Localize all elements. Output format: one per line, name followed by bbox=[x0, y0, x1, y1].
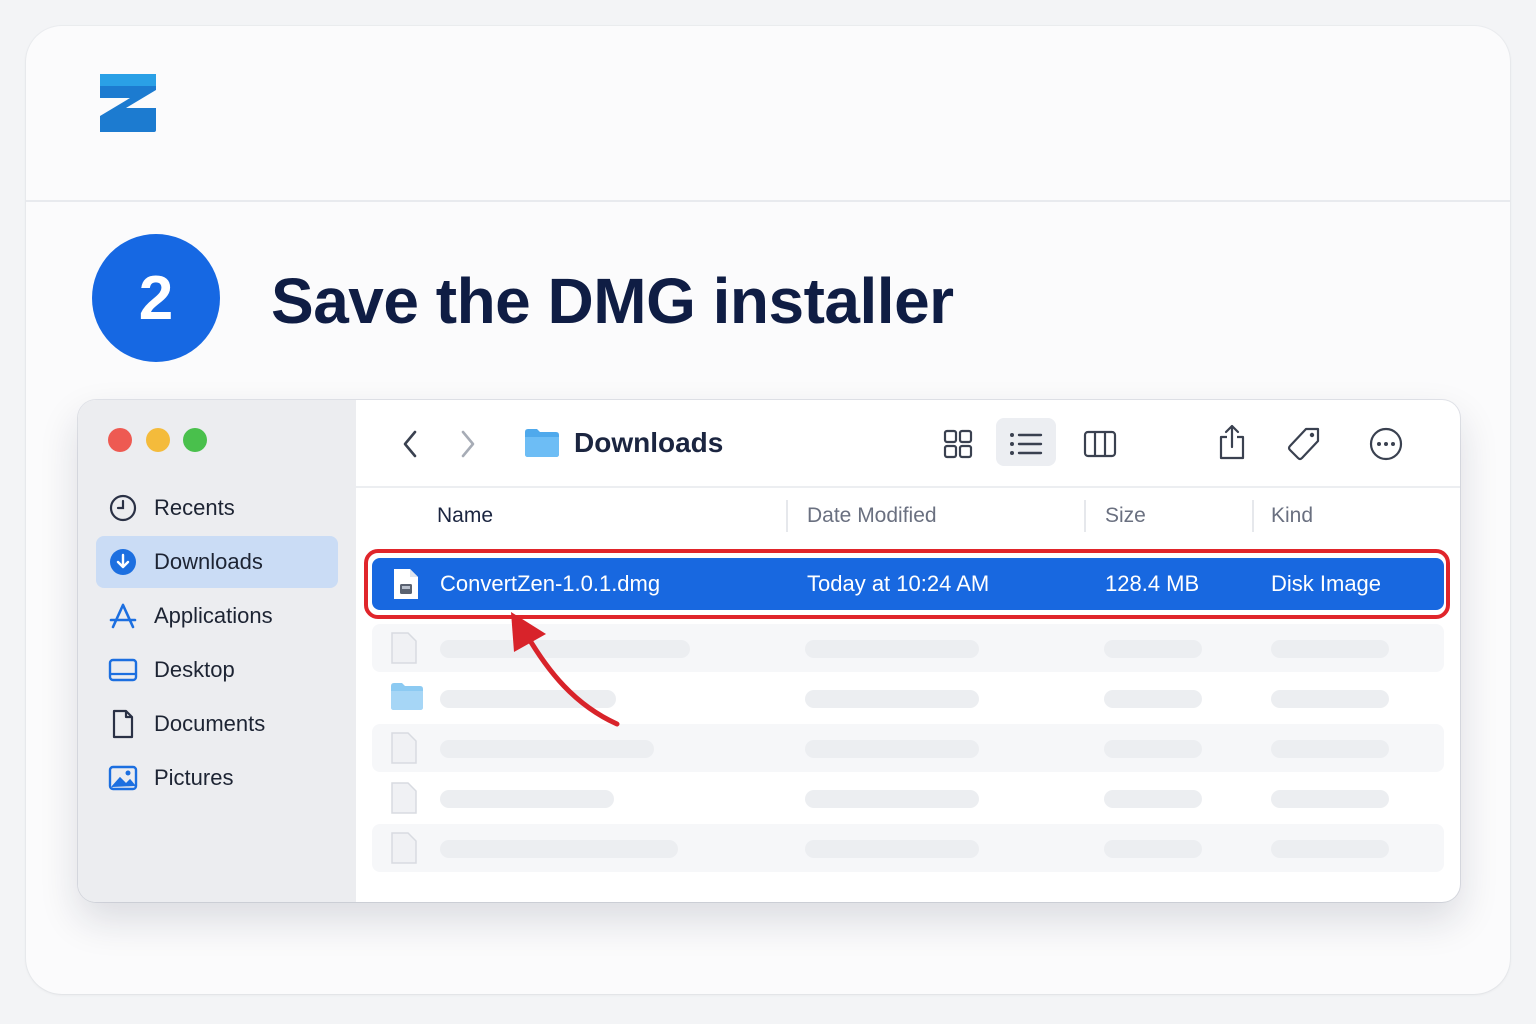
instruction-card: 2 Save the DMG installer Recents Downloa… bbox=[26, 26, 1510, 994]
clock-icon bbox=[108, 493, 138, 523]
list-item[interactable] bbox=[372, 724, 1444, 772]
share-icon[interactable] bbox=[1214, 420, 1250, 464]
placeholder-text bbox=[1104, 790, 1202, 808]
placeholder-text bbox=[440, 640, 690, 658]
sidebar-item-label: Downloads bbox=[154, 549, 263, 574]
sidebar-item-label: Desktop bbox=[154, 657, 235, 682]
list-item[interactable] bbox=[372, 624, 1444, 672]
pictures-icon bbox=[108, 763, 138, 793]
folder-icon bbox=[391, 683, 423, 710]
placeholder-text bbox=[805, 640, 979, 658]
back-icon[interactable] bbox=[396, 426, 424, 462]
folder-icon bbox=[525, 429, 559, 457]
list-item[interactable] bbox=[372, 774, 1444, 822]
file-icon bbox=[391, 782, 417, 814]
placeholder-text bbox=[440, 790, 614, 808]
placeholder-text bbox=[805, 790, 979, 808]
placeholder-text bbox=[805, 690, 979, 708]
card-header bbox=[26, 26, 1510, 202]
zen-logo-icon bbox=[100, 74, 156, 132]
placeholder-text bbox=[805, 740, 979, 758]
sidebar-item-pictures[interactable]: Pictures bbox=[96, 752, 338, 804]
placeholder-text bbox=[1271, 640, 1389, 658]
file-icon bbox=[391, 832, 417, 864]
step-title: Save the DMG installer bbox=[271, 265, 954, 337]
sidebar-item-label: Documents bbox=[154, 711, 266, 736]
file-icon bbox=[391, 632, 417, 664]
sidebar-item-downloads[interactable]: Downloads bbox=[96, 536, 338, 588]
list-item[interactable] bbox=[372, 824, 1444, 872]
close-window-button[interactable] bbox=[108, 428, 132, 452]
column-header-date[interactable]: Date Modified bbox=[807, 504, 937, 528]
column-divider[interactable] bbox=[1252, 500, 1254, 532]
placeholder-text bbox=[1104, 840, 1202, 858]
document-icon bbox=[108, 709, 138, 739]
sidebar-item-label: Applications bbox=[154, 603, 273, 628]
placeholder-text bbox=[1104, 740, 1202, 758]
sidebar-item-desktop[interactable]: Desktop bbox=[96, 644, 338, 696]
finder-toolbar: Downloads bbox=[356, 400, 1460, 488]
placeholder-text bbox=[1104, 640, 1202, 658]
grid-view-icon[interactable] bbox=[940, 426, 976, 462]
column-header-size[interactable]: Size bbox=[1105, 504, 1146, 528]
placeholder-text bbox=[1104, 690, 1202, 708]
minimize-window-button[interactable] bbox=[146, 428, 170, 452]
desktop-icon bbox=[108, 655, 138, 685]
placeholder-text bbox=[1271, 740, 1389, 758]
list-view-icon[interactable] bbox=[1008, 427, 1044, 461]
placeholder-text bbox=[440, 690, 616, 708]
column-divider[interactable] bbox=[1084, 500, 1086, 532]
column-headers: Name Date Modified Size Kind bbox=[356, 490, 1460, 544]
placeholder-text bbox=[440, 840, 678, 858]
forward-icon[interactable] bbox=[454, 426, 482, 462]
step-number-badge: 2 bbox=[92, 234, 220, 362]
list-item[interactable] bbox=[372, 674, 1444, 722]
placeholder-text bbox=[1271, 690, 1389, 708]
column-header-kind[interactable]: Kind bbox=[1271, 504, 1313, 528]
finder-window: Recents Downloads Applications Desktop D… bbox=[78, 400, 1460, 902]
placeholder-text bbox=[805, 840, 979, 858]
sidebar-item-applications[interactable]: Applications bbox=[96, 590, 338, 642]
placeholder-text bbox=[440, 740, 654, 758]
finder-main: Downloads Name Date Modified Size Kind C… bbox=[356, 400, 1460, 902]
column-header-name[interactable]: Name bbox=[437, 504, 493, 528]
column-view-icon[interactable] bbox=[1082, 426, 1118, 462]
sidebar-item-label: Pictures bbox=[154, 765, 234, 790]
tag-icon[interactable] bbox=[1284, 424, 1324, 464]
column-divider[interactable] bbox=[786, 500, 788, 532]
file-icon bbox=[391, 732, 417, 764]
placeholder-text bbox=[1271, 840, 1389, 858]
sidebar-item-label: Recents bbox=[154, 495, 235, 520]
sidebar-item-recents[interactable]: Recents bbox=[96, 482, 338, 534]
sidebar-item-documents[interactable]: Documents bbox=[96, 698, 338, 750]
more-icon[interactable] bbox=[1366, 424, 1406, 464]
finder-sidebar: Recents Downloads Applications Desktop D… bbox=[78, 400, 356, 902]
download-circle-icon bbox=[108, 547, 138, 577]
placeholder-text bbox=[1271, 790, 1389, 808]
zoom-window-button[interactable] bbox=[183, 428, 207, 452]
folder-title: Downloads bbox=[574, 427, 724, 458]
applications-icon bbox=[108, 601, 138, 631]
highlight-outline bbox=[364, 549, 1450, 619]
